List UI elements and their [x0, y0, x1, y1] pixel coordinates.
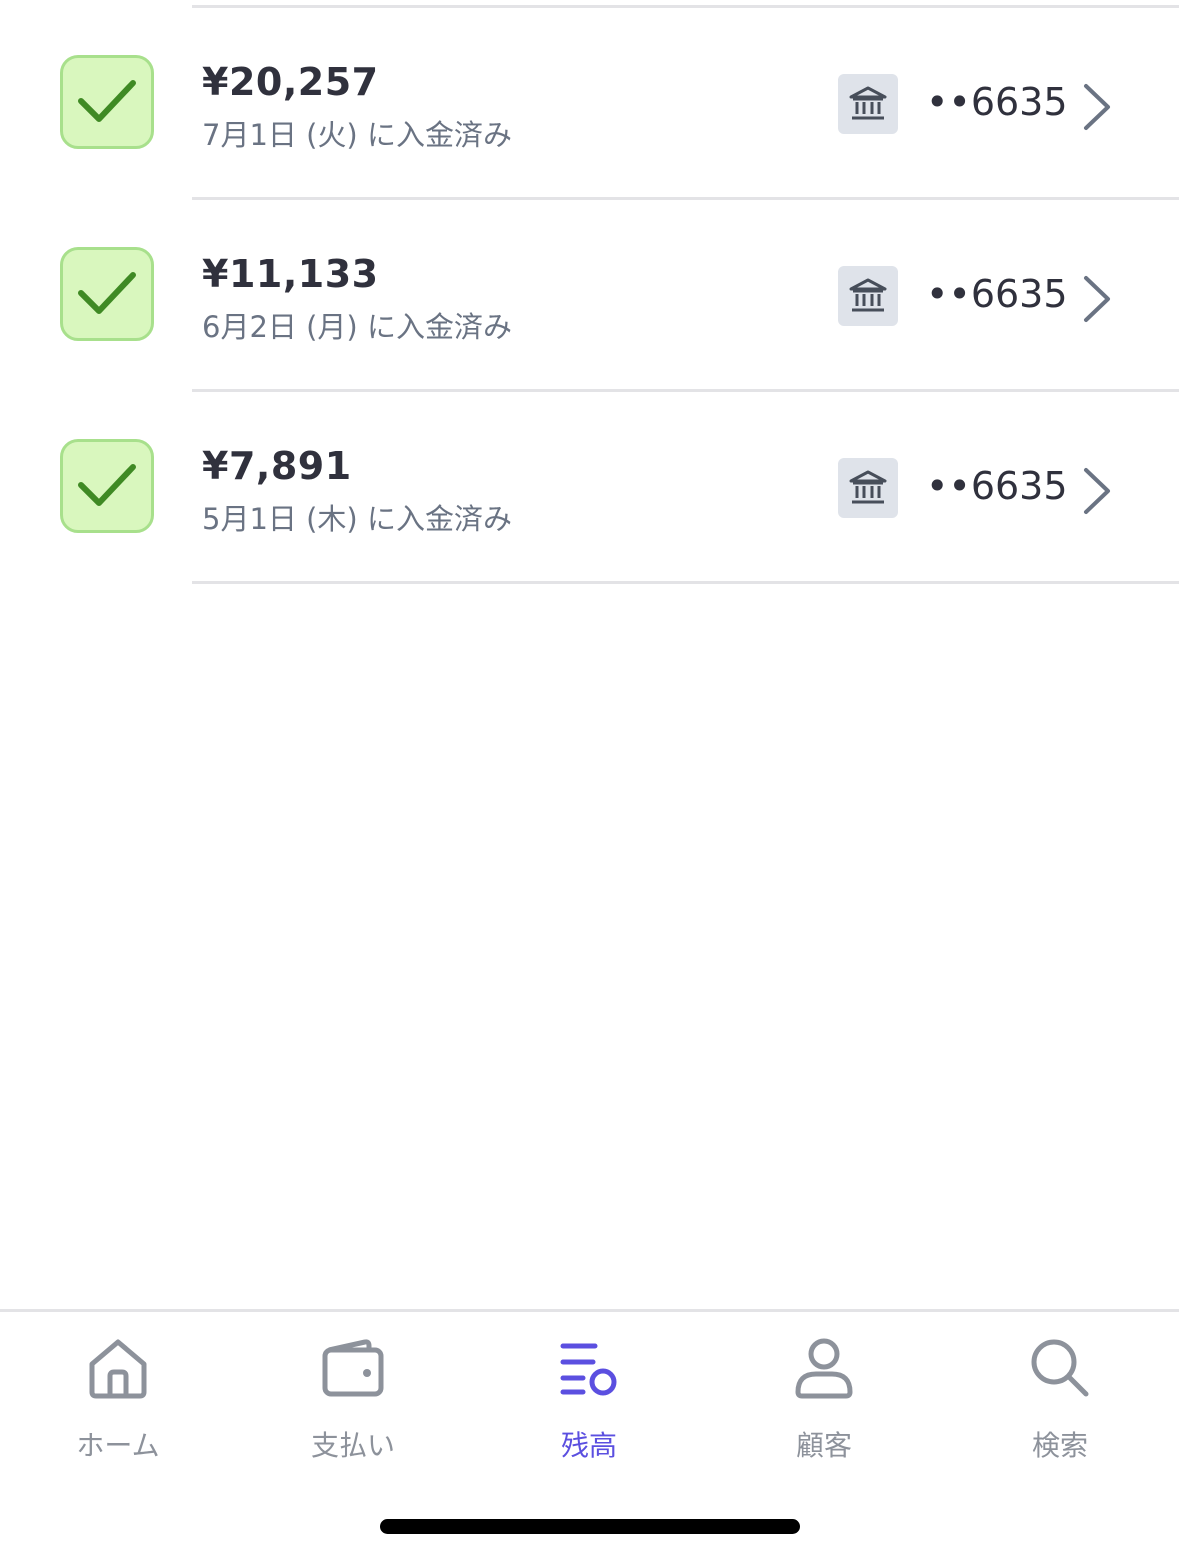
bank-icon	[849, 278, 887, 312]
tab-balances-label: 残高	[560, 1429, 617, 1462]
payout-row[interactable]: ¥20,257 7月1日 (火) に入金済み ••6635	[60, 8, 1179, 200]
paid-status-badge	[60, 247, 154, 341]
bank-icon	[849, 470, 887, 504]
tab-customers[interactable]: 顧客	[734, 1336, 914, 1466]
tab-search-label: 検索	[1031, 1429, 1088, 1462]
payout-list: ¥20,257 7月1日 (火) に入金済み ••6635 ¥11,133 6月…	[0, 8, 1179, 584]
tab-balances[interactable]: 残高	[499, 1336, 679, 1466]
tab-home[interactable]: ホーム	[28, 1336, 208, 1466]
payout-status-date: 5月1日 (木) に入金済み	[202, 502, 512, 536]
checkmark-icon	[78, 272, 136, 314]
payout-status-date: 6月2日 (月) に入金済み	[202, 310, 512, 344]
home-icon	[89, 1339, 147, 1399]
bank-badge	[838, 458, 898, 518]
payout-row[interactable]: ¥11,133 6月2日 (月) に入金済み ••6635	[60, 200, 1179, 392]
tab-payments[interactable]: 支払い	[263, 1336, 443, 1466]
checkmark-icon	[78, 80, 136, 122]
bank-account-last4: ••6635	[926, 464, 1068, 508]
paid-status-badge	[60, 55, 154, 149]
home-indicator[interactable]	[380, 1519, 800, 1534]
payout-row[interactable]: ¥7,891 5月1日 (木) に入金済み ••6635	[60, 392, 1179, 584]
chevron-right-icon[interactable]	[1080, 82, 1114, 132]
chevron-right-icon[interactable]	[1080, 466, 1114, 516]
checkmark-icon	[78, 464, 136, 506]
bank-account-last4: ••6635	[926, 80, 1068, 124]
person-icon	[795, 1338, 853, 1399]
bank-icon	[849, 86, 887, 120]
tab-home-label: ホーム	[76, 1429, 160, 1462]
tab-payments-label: 支払い	[310, 1429, 395, 1462]
search-icon	[1031, 1339, 1089, 1397]
wallet-icon	[322, 1339, 384, 1397]
payout-amount: ¥20,257	[202, 60, 379, 104]
bank-badge	[838, 266, 898, 326]
bank-account-last4: ••6635	[926, 272, 1068, 316]
bank-badge	[838, 74, 898, 134]
paid-status-badge	[60, 439, 154, 533]
tab-customers-label: 顧客	[795, 1429, 852, 1462]
payout-amount: ¥7,891	[202, 444, 352, 488]
payout-amount: ¥11,133	[202, 252, 379, 296]
balances-icon	[560, 1343, 617, 1396]
payout-status-date: 7月1日 (火) に入金済み	[202, 118, 512, 152]
chevron-right-icon[interactable]	[1080, 274, 1114, 324]
tab-search[interactable]: 検索	[970, 1336, 1150, 1466]
